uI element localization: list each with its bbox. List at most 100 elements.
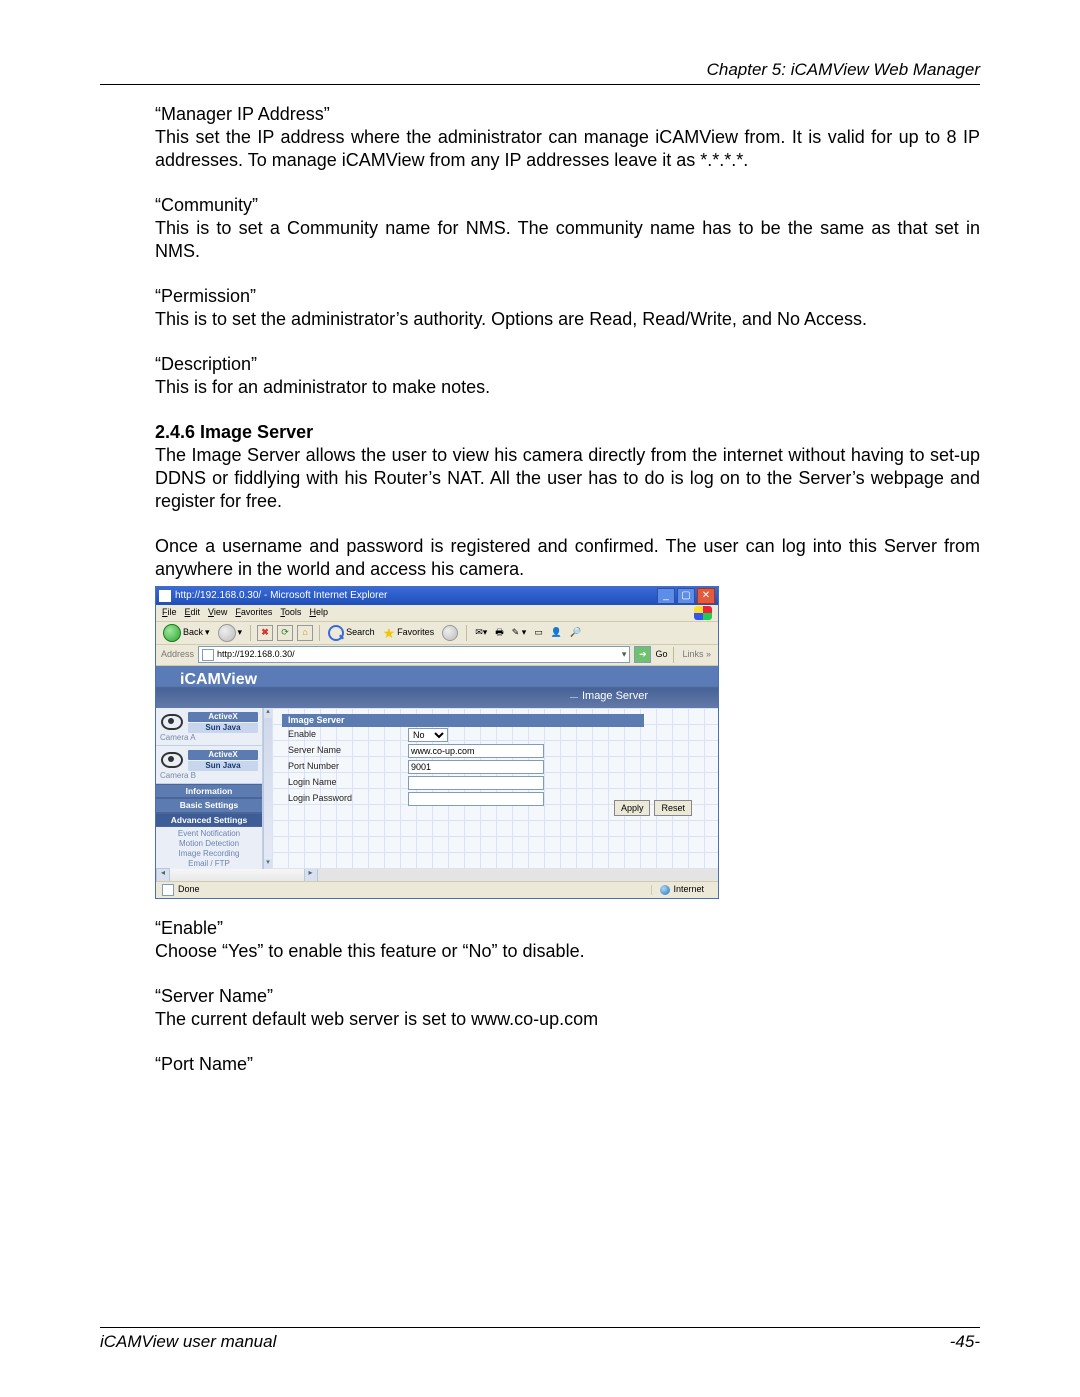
select-enable[interactable]: No xyxy=(408,728,448,742)
home-icon[interactable]: ⌂ xyxy=(297,625,313,641)
window-titlebar: http://192.168.0.30/ - Microsoft Interne… xyxy=(156,587,718,605)
input-server-name[interactable] xyxy=(408,744,544,758)
input-port-number[interactable] xyxy=(408,760,544,774)
favorites-button[interactable]: ★Favorites xyxy=(381,626,437,640)
links-label[interactable]: Links » xyxy=(680,650,713,659)
sec-title-description: “Description” xyxy=(155,353,980,376)
panel-title: Image Server xyxy=(282,714,644,727)
back-button[interactable]: Back ▾ xyxy=(161,624,212,642)
page-icon xyxy=(202,649,214,661)
camera-a-icon xyxy=(156,711,188,734)
input-login-name[interactable] xyxy=(408,776,544,790)
search-button[interactable]: Search xyxy=(326,625,377,641)
menu-help[interactable]: Help xyxy=(309,608,328,617)
internet-zone-icon xyxy=(660,885,670,895)
heading-image-server: 2.4.6 Image Server xyxy=(155,421,980,444)
status-bar: Done Internet xyxy=(156,881,718,898)
research-icon[interactable]: 🔎 xyxy=(568,628,583,637)
sidebar-scrollbar[interactable]: ▴▾ xyxy=(263,708,272,869)
status-page-icon xyxy=(162,884,174,896)
main-panel: Image Server Enable No Server Name xyxy=(272,708,718,869)
address-label: Address xyxy=(161,650,194,659)
sec-text-community: This is to set a Community name for NMS.… xyxy=(155,217,980,263)
label-login-password: Login Password xyxy=(282,794,408,803)
menu-tools[interactable]: Tools xyxy=(280,608,301,617)
breadcrumb: Image Server xyxy=(582,691,648,702)
sidebar-information[interactable]: Information xyxy=(156,784,262,799)
address-dropdown-icon[interactable]: ▾ xyxy=(622,650,627,659)
screenshot-ie-window: http://192.168.0.30/ - Microsoft Interne… xyxy=(155,586,719,899)
windows-flag-icon xyxy=(694,606,712,620)
go-button[interactable]: ➔ xyxy=(634,646,651,663)
camera-b-icon xyxy=(156,749,188,772)
sidebar-item-motion-detection[interactable]: Motion Detection xyxy=(156,839,262,849)
label-server-name: Server Name xyxy=(282,746,408,755)
edit-icon[interactable]: ✎ ▾ xyxy=(510,628,529,637)
camera-a-activex[interactable]: ActiveX xyxy=(188,712,258,722)
input-login-password[interactable] xyxy=(408,792,544,806)
refresh-icon[interactable]: ⟳ xyxy=(277,625,293,641)
maximize-button[interactable]: ▢ xyxy=(677,588,695,604)
sidebar: ActiveX Sun Java Camera A ActiveX xyxy=(156,708,263,869)
sec-text-server-name: The current default web server is set to… xyxy=(155,1008,980,1031)
address-input[interactable]: http://192.168.0.30/ ▾ xyxy=(198,646,630,663)
sec-title-server-name: “Server Name” xyxy=(155,985,980,1008)
go-label: Go xyxy=(655,650,667,659)
sec-text-permission: This is to set the administrator’s autho… xyxy=(155,308,980,331)
footer-page-number: -45- xyxy=(950,1332,980,1352)
label-port-number: Port Number xyxy=(282,762,408,771)
sec-title-community: “Community” xyxy=(155,194,980,217)
sidebar-item-event-notification[interactable]: Event Notification xyxy=(156,829,262,839)
status-zone: Internet xyxy=(651,885,712,895)
mail-icon[interactable]: ✉▾ xyxy=(473,628,489,637)
chapter-header: Chapter 5: iCAMView Web Manager xyxy=(100,60,980,80)
label-enable: Enable xyxy=(282,730,408,739)
menu-favorites[interactable]: Favorites xyxy=(235,608,272,617)
history-icon[interactable] xyxy=(440,625,460,641)
footer-manual: iCAMView user manual xyxy=(100,1332,276,1352)
menu-bar: File Edit View Favorites Tools Help xyxy=(156,605,718,622)
status-done: Done xyxy=(178,885,200,894)
camera-a-sunjava[interactable]: Sun Java xyxy=(188,723,258,733)
image-server-para-2: Once a username and password is register… xyxy=(155,535,980,581)
sidebar-h-scroll[interactable]: ◂▸ xyxy=(156,869,718,881)
search-icon xyxy=(328,625,344,641)
app-brand: iCAMView xyxy=(180,672,257,688)
window-title: http://192.168.0.30/ - Microsoft Interne… xyxy=(175,591,387,601)
print-icon[interactable]: 🖶 xyxy=(493,628,506,637)
minimize-button[interactable]: _ xyxy=(657,588,675,604)
sec-text-enable: Choose “Yes” to enable this feature or “… xyxy=(155,940,980,963)
sec-title-enable: “Enable” xyxy=(155,917,980,940)
camera-b-activex[interactable]: ActiveX xyxy=(188,750,258,760)
sidebar-item-image-recording[interactable]: Image Recording xyxy=(156,849,262,859)
menu-view[interactable]: View xyxy=(208,608,227,617)
toolbar: Back ▾ ▾ ✖ ⟳ ⌂ Search ★Favorites ✉▾ 🖶 ✎ … xyxy=(156,622,718,645)
sidebar-item-email-ftp[interactable]: Email / FTP xyxy=(156,859,262,869)
app-banner: iCAMView Image Server xyxy=(156,666,718,708)
discuss-icon[interactable]: ▭ xyxy=(532,628,545,637)
sec-title-port-name: “Port Name” xyxy=(155,1053,980,1076)
camera-b-label: Camera B xyxy=(156,772,262,780)
apply-button[interactable]: Apply xyxy=(614,800,651,816)
page-footer: iCAMView user manual -45- xyxy=(100,1327,980,1352)
stop-icon[interactable]: ✖ xyxy=(257,625,273,641)
reset-button[interactable]: Reset xyxy=(654,800,692,816)
camera-b-sunjava[interactable]: Sun Java xyxy=(188,761,258,771)
image-server-para-1: The Image Server allows the user to view… xyxy=(155,444,980,513)
star-icon: ★ xyxy=(383,626,396,640)
menu-edit[interactable]: Edit xyxy=(185,608,201,617)
address-bar: Address http://192.168.0.30/ ▾ ➔ Go Link… xyxy=(156,645,718,666)
sec-title-permission: “Permission” xyxy=(155,285,980,308)
sec-title-manager-ip: “Manager IP Address” xyxy=(155,103,980,126)
sidebar-basic-settings[interactable]: Basic Settings xyxy=(156,798,262,813)
sec-text-description: This is for an administrator to make not… xyxy=(155,376,980,399)
ie-icon xyxy=(159,590,171,602)
close-button[interactable]: ✕ xyxy=(697,588,715,604)
forward-button[interactable]: ▾ xyxy=(216,624,245,642)
sec-text-manager-ip: This set the IP address where the admini… xyxy=(155,126,980,172)
label-login-name: Login Name xyxy=(282,778,408,787)
messenger-icon[interactable]: 👤 xyxy=(549,628,564,637)
sidebar-advanced-settings[interactable]: Advanced Settings xyxy=(156,813,262,828)
camera-a-label: Camera A xyxy=(156,734,262,742)
menu-file[interactable]: File xyxy=(162,608,177,617)
